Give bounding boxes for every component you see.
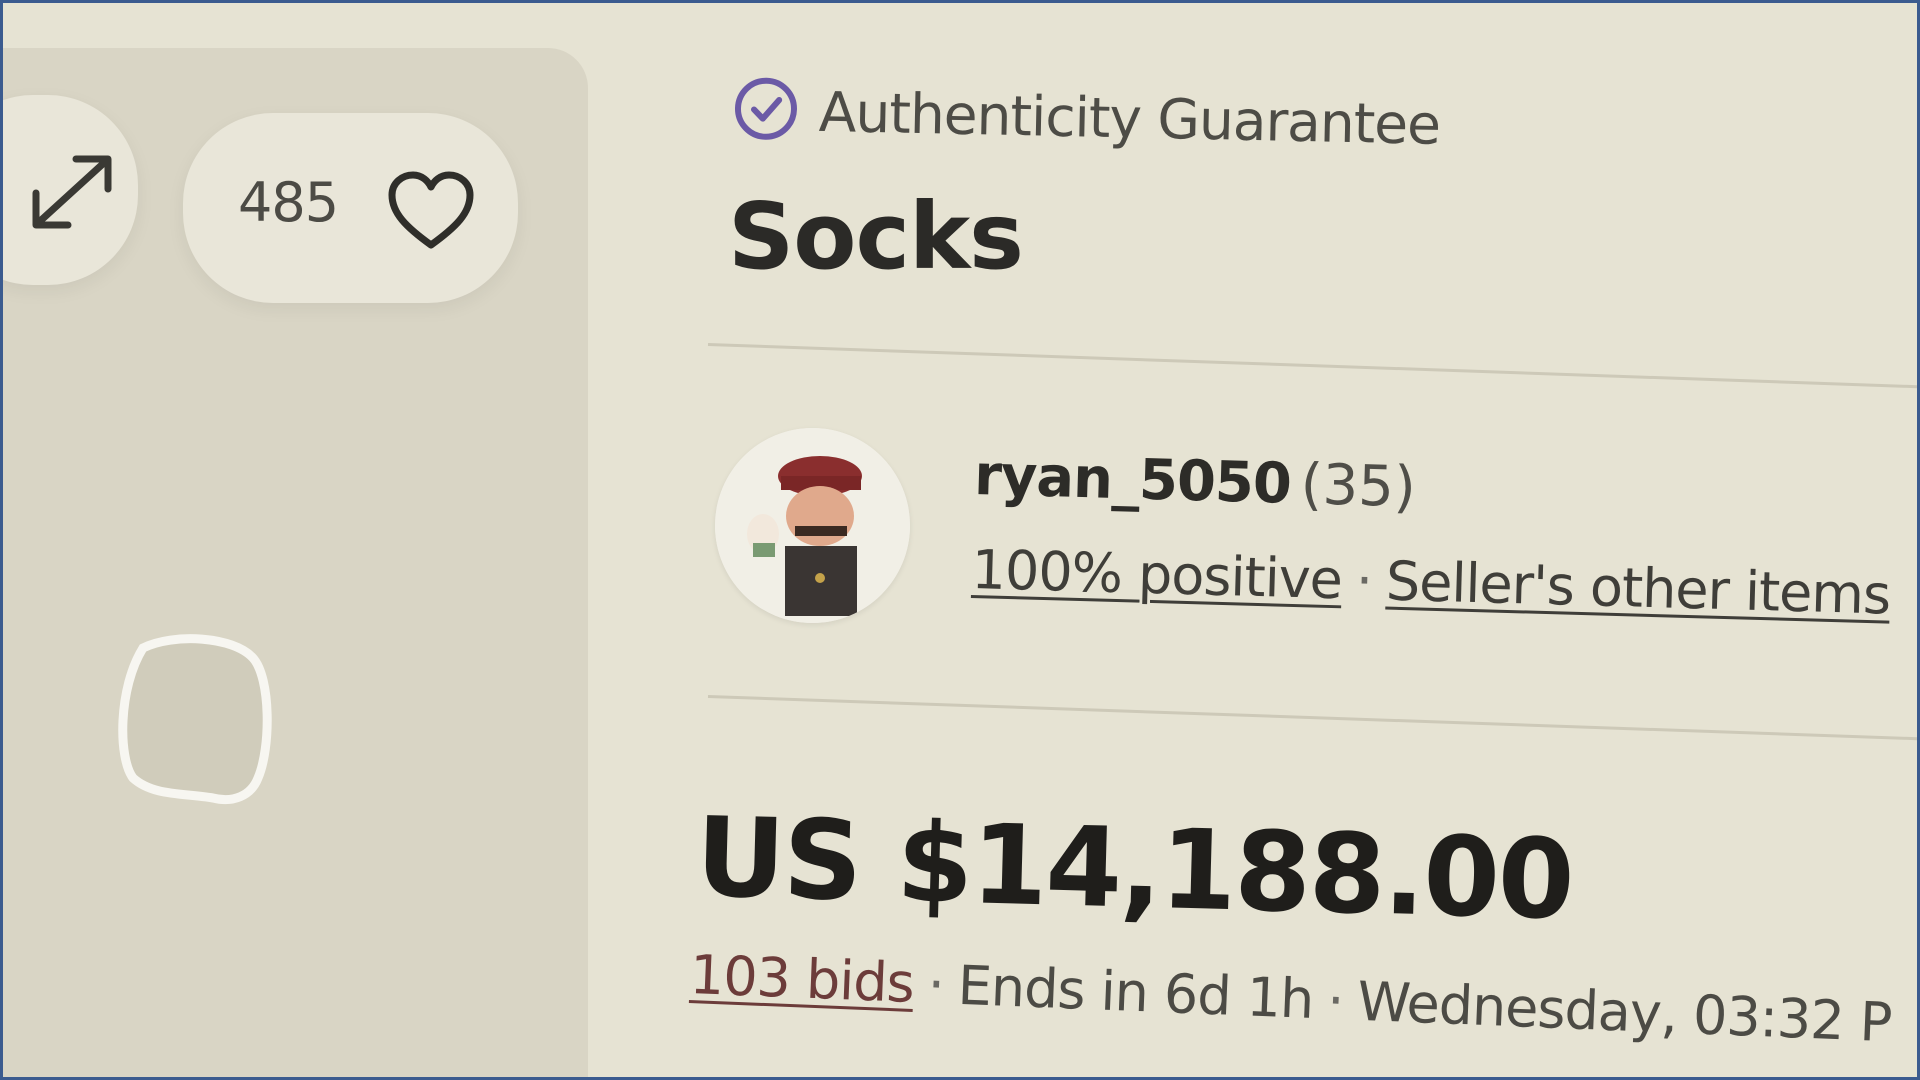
- separator-dot: ·: [926, 952, 946, 1017]
- seller-positive-feedback-link[interactable]: 100% positive: [971, 538, 1343, 611]
- avatar-image: [715, 428, 910, 623]
- item-price: US $14,188.00: [694, 793, 1575, 944]
- favorite-count: 485: [238, 171, 339, 234]
- seller-avatar[interactable]: [715, 428, 910, 623]
- separator-dot: ·: [1355, 548, 1373, 613]
- chat-bubble-icon[interactable]: [113, 628, 273, 813]
- bids-count-link[interactable]: 103 bids: [689, 943, 915, 1015]
- seller-other-items-link[interactable]: Seller's other items: [1385, 550, 1891, 627]
- expand-arrows-icon: [32, 155, 112, 229]
- item-title: Socks: [728, 183, 1024, 290]
- seller-info: ryan_5050 (35) 100% positive · Seller's oth…: [971, 443, 1894, 627]
- divider: [707, 343, 1917, 390]
- seller-links-row: 100% positive · Seller's other items: [971, 538, 1891, 627]
- time-remaining: Ends in 6d 1h: [956, 953, 1315, 1032]
- heart-icon: [388, 171, 474, 249]
- seller-name-row: ryan_5050 (35): [973, 443, 1893, 534]
- seller-username[interactable]: ryan_5050: [973, 443, 1291, 517]
- authenticity-label: Authenticity Guarantee: [818, 79, 1441, 157]
- bid-info-row: 103 bids · Ends in 6d 1h · Wednesday, 03:32 …: [689, 943, 1893, 1054]
- auction-end-time: Wednesday, 03:32 P: [1356, 969, 1893, 1055]
- divider: [707, 695, 1917, 742]
- check-circle-icon: [734, 77, 797, 140]
- favorite-button[interactable]: 485: [183, 113, 518, 303]
- authenticity-badge[interactable]: Authenticity Guarantee: [730, 68, 1441, 157]
- listing-page: 485 Authenticity Guarantee Socks ryan_50…: [3, 3, 1917, 1077]
- separator-dot: ·: [1326, 968, 1345, 1033]
- seller-feedback-score: (35): [1299, 452, 1417, 521]
